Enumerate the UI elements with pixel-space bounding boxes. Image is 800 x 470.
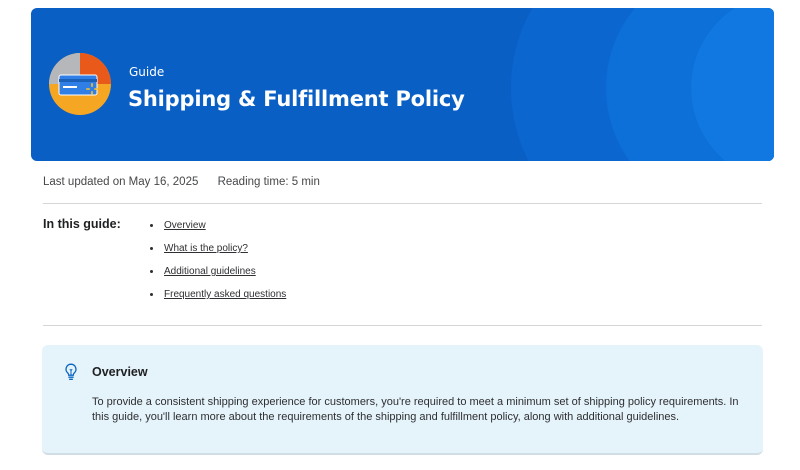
toc-link-faq[interactable]: Frequently asked questions [164,289,286,300]
last-updated-text: Last updated on May 16, 2025 [43,176,199,188]
bullet-icon [150,224,153,227]
table-of-contents: Overview What is the policy? Additional … [150,214,286,306]
article-meta: Last updated on May 16, 2025 Reading tim… [43,176,320,188]
toc-item: Overview [150,214,286,237]
toc-item: Frequently asked questions [150,283,286,306]
hero-banner: Guide Shipping & Fulfillment Policy [31,8,774,161]
bullet-icon [150,293,153,296]
shipping-card-icon [49,53,111,115]
bullet-icon [150,247,153,250]
lightbulb-icon [65,363,77,380]
divider [43,203,762,204]
divider [43,325,762,326]
overview-heading: Overview [92,365,148,379]
toc-label: In this guide: [43,217,121,231]
page-title: Shipping & Fulfillment Policy [128,87,465,111]
hero-eyebrow: Guide [129,65,165,79]
bullet-icon [150,270,153,273]
reading-time-text: Reading time: 5 min [217,176,320,188]
overview-callout: Overview To provide a consistent shippin… [42,345,763,455]
hero-background-arcs [511,8,774,161]
toc-link-additional-guidelines[interactable]: Additional guidelines [164,266,256,277]
toc-item: Additional guidelines [150,260,286,283]
toc-item: What is the policy? [150,237,286,260]
toc-link-overview[interactable]: Overview [164,220,206,231]
toc-link-what-is-the-policy[interactable]: What is the policy? [164,243,248,254]
overview-body: To provide a consistent shipping experie… [92,396,739,423]
